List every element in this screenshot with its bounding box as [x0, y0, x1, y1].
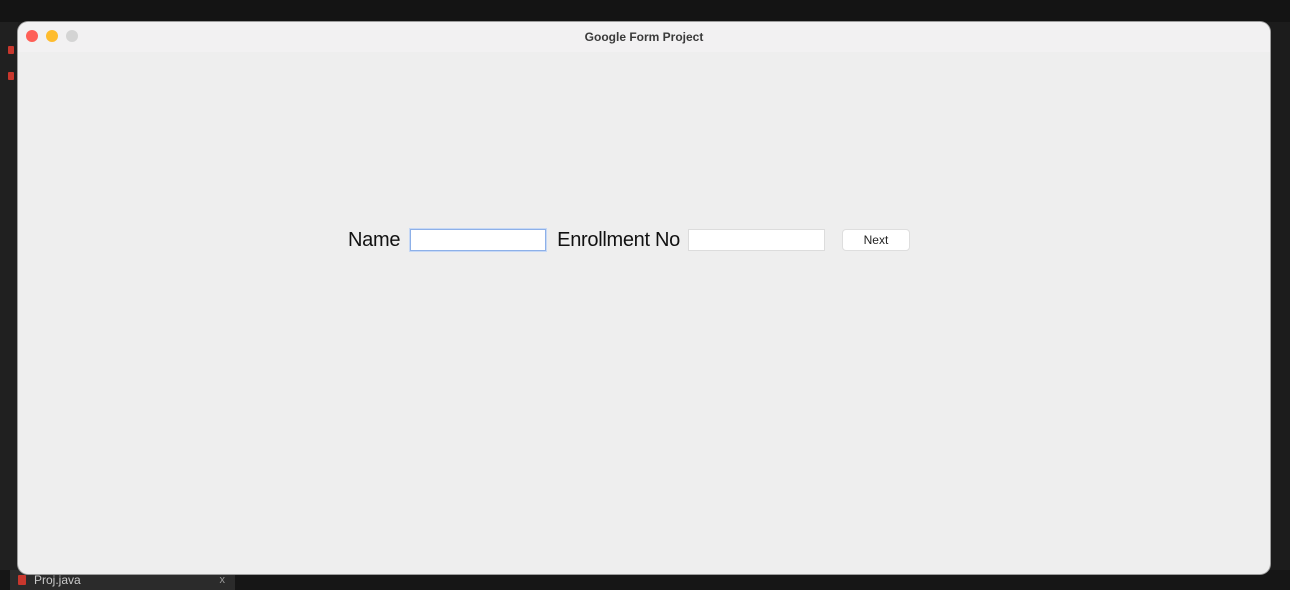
enrollment-label: Enrollment No	[557, 228, 680, 251]
close-window-icon[interactable]	[26, 30, 38, 42]
form-panel: Name Enrollment No Next	[18, 52, 1270, 574]
window-title: Google Form Project	[584, 30, 704, 44]
title-bar[interactable]: Google Form Project	[18, 22, 1270, 52]
error-marker-icon	[8, 72, 14, 80]
name-field[interactable]	[410, 229, 547, 251]
ide-top-bar	[0, 0, 1290, 22]
traffic-lights	[26, 30, 78, 42]
minimize-window-icon[interactable]	[46, 30, 58, 42]
error-marker-icon	[8, 46, 14, 54]
enrollment-field[interactable]	[687, 229, 825, 251]
maximize-window-icon[interactable]	[66, 30, 78, 42]
ide-gutter	[0, 22, 18, 582]
tab-close-label[interactable]: x	[220, 574, 226, 586]
next-button[interactable]: Next	[841, 229, 910, 251]
name-label: Name	[348, 228, 401, 251]
form-row: Name Enrollment No Next	[348, 227, 910, 253]
java-file-icon	[18, 575, 26, 585]
app-window: Google Form Project Name Enrollment No N…	[18, 22, 1270, 574]
file-tab-label: Proj.java	[34, 573, 81, 587]
